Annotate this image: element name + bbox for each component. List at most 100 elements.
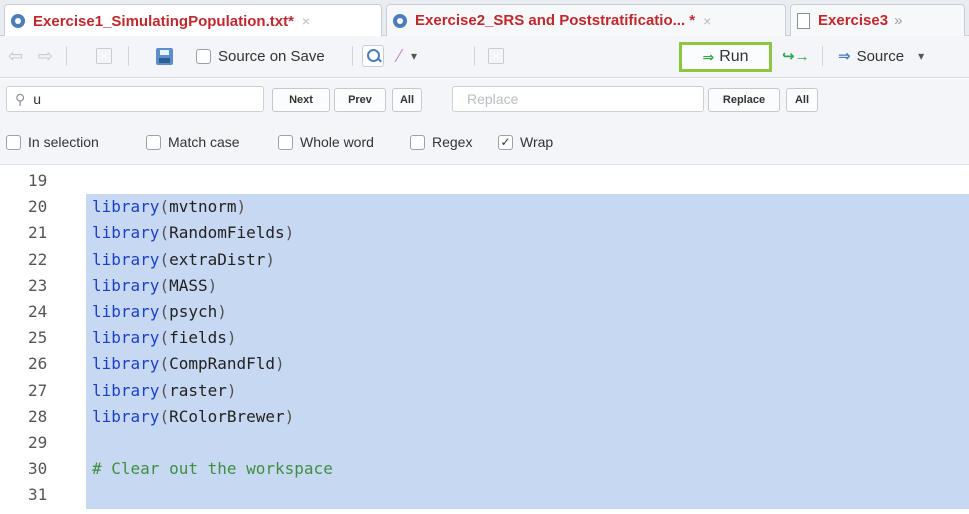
- search-icon: ⚲: [15, 90, 26, 107]
- code-comment: # Clear out the workspace: [92, 459, 333, 479]
- open-paren: (: [159, 275, 170, 295]
- line-number: 21: [28, 223, 48, 243]
- function-name: library: [92, 249, 160, 269]
- code-line[interactable]: 19: [0, 170, 969, 192]
- replace-all-button[interactable]: All: [786, 88, 818, 112]
- find-input[interactable]: [33, 91, 234, 107]
- tab-label: Exercise2_SRS and Poststratificatio... *: [415, 12, 696, 29]
- chevron-down-icon[interactable]: ▾: [918, 49, 924, 63]
- tab-exercise1[interactable]: Exercise1_SimulatingPopulation.txt* ×: [4, 4, 382, 37]
- tab-exercise2[interactable]: Exercise2_SRS and Poststratificatio... *…: [386, 4, 786, 36]
- magic-wand-icon: ⁄: [398, 45, 402, 66]
- code-editor[interactable]: 19 20 library(mvtnorm) 21 library(RandomFiel…: [0, 166, 969, 514]
- find-next-button[interactable]: Next: [272, 88, 330, 112]
- option-label: Match case: [168, 134, 240, 150]
- find-field[interactable]: ⚲: [6, 86, 264, 112]
- selection-highlight: [86, 430, 969, 457]
- run-label: Run: [719, 48, 749, 65]
- selection-highlight: [86, 272, 969, 300]
- close-paren: ): [217, 302, 227, 321]
- code-tools-button[interactable]: ⁄ ▾: [398, 44, 417, 68]
- code-text: library(RandomFields): [92, 222, 294, 244]
- run-arrow-icon: ⇒: [702, 48, 715, 65]
- code-line[interactable]: 31: [0, 482, 969, 510]
- search-icon: [362, 45, 384, 67]
- package-name: RColorBrewer: [169, 406, 285, 426]
- find-replace-button[interactable]: [362, 44, 384, 68]
- code-line[interactable]: 25 library(fields): [0, 325, 969, 353]
- option-label: Regex: [432, 134, 473, 150]
- line-number: 26: [28, 354, 48, 374]
- close-paren: ): [226, 328, 237, 348]
- code-line[interactable]: 24 library(psych): [0, 299, 969, 326]
- checkbox-icon: [6, 134, 21, 150]
- checkbox-icon: [196, 48, 211, 64]
- code-line[interactable]: 29: [0, 430, 969, 457]
- source-on-save-label: Source on Save: [218, 47, 325, 65]
- wrap-checkbox[interactable]: ✓ Wrap: [498, 134, 553, 150]
- code-line[interactable]: 30 # Clear out the workspace: [0, 456, 969, 484]
- code-line[interactable]: 23 library(MASS): [0, 272, 969, 300]
- package-name: raster: [169, 380, 227, 400]
- in-selection-checkbox[interactable]: In selection: [6, 134, 99, 150]
- function-name: library: [92, 302, 160, 321]
- close-paren: ): [284, 406, 295, 426]
- line-number: 31: [28, 485, 48, 505]
- code-line[interactable]: 22 library(extraDistr): [0, 246, 969, 274]
- open-paren: (: [159, 380, 170, 400]
- toolbar-divider: [352, 46, 353, 66]
- code-line[interactable]: 26 library(CompRandFld): [0, 351, 969, 379]
- line-number: 20: [28, 197, 48, 217]
- close-paren: ): [265, 249, 276, 269]
- save-icon[interactable]: [156, 44, 173, 68]
- match-case-checkbox[interactable]: Match case: [146, 134, 240, 150]
- close-paren: ): [207, 275, 218, 295]
- compile-report-icon[interactable]: [488, 44, 504, 68]
- rerun-icon[interactable]: ↪→: [782, 44, 810, 68]
- code-text: library(psych): [92, 301, 227, 323]
- function-name: library: [92, 223, 160, 243]
- package-name: CompRandFld: [169, 354, 276, 374]
- close-icon[interactable]: ×: [703, 13, 711, 29]
- open-paren: (: [159, 249, 170, 269]
- text-file-icon: [797, 12, 810, 29]
- close-icon[interactable]: ×: [302, 13, 310, 29]
- close-paren: ): [284, 223, 295, 243]
- toolbar-divider: [66, 46, 67, 66]
- r-file-icon: [11, 14, 25, 28]
- source-button[interactable]: ⇒ Source ▾: [838, 44, 924, 68]
- function-name: library: [92, 380, 160, 400]
- toolbar-divider: [128, 46, 129, 66]
- package-name: RandomFields: [169, 223, 285, 243]
- show-in-window-icon[interactable]: [96, 44, 112, 68]
- back-icon[interactable]: ⇦: [8, 44, 23, 68]
- more-tabs-icon[interactable]: »: [894, 12, 902, 29]
- code-line[interactable]: 28 library(RColorBrewer): [0, 403, 969, 431]
- tab-exercise3[interactable]: Exercise3 »: [790, 4, 965, 36]
- function-name: library: [92, 328, 160, 348]
- code-text: library(mvtnorm): [92, 196, 246, 218]
- source-on-save-checkbox[interactable]: Source on Save: [196, 44, 325, 68]
- replace-input[interactable]: [467, 91, 667, 107]
- line-number: 25: [28, 328, 48, 348]
- chevron-down-icon: ▾: [411, 49, 418, 63]
- checkbox-icon: [146, 134, 161, 150]
- run-button[interactable]: ⇒ Run: [679, 42, 772, 72]
- r-file-icon: [393, 13, 407, 28]
- code-line[interactable]: 27 library(raster): [0, 377, 969, 405]
- checkbox-icon: [278, 134, 293, 150]
- toolbar-divider: [474, 46, 475, 66]
- line-number: 23: [28, 275, 48, 295]
- forward-icon[interactable]: ⇨: [38, 44, 53, 68]
- find-prev-button[interactable]: Prev: [334, 88, 386, 112]
- regex-checkbox[interactable]: Regex: [410, 134, 472, 150]
- option-label: Whole word: [300, 134, 374, 150]
- find-all-button[interactable]: All: [392, 88, 422, 112]
- code-line[interactable]: 20 library(mvtnorm): [0, 194, 969, 222]
- whole-word-checkbox[interactable]: Whole word: [278, 134, 374, 150]
- code-text: library(RColorBrewer): [92, 406, 294, 428]
- replace-button[interactable]: Replace: [708, 88, 780, 112]
- open-paren: (: [159, 302, 170, 321]
- replace-field[interactable]: [452, 86, 704, 112]
- code-line[interactable]: 21 library(RandomFields): [0, 220, 969, 248]
